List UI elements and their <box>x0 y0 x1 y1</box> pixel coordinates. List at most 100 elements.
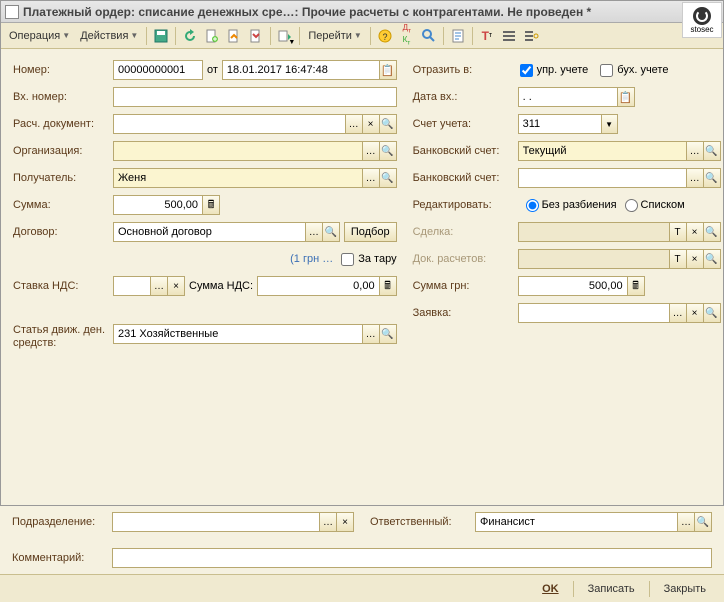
bukh-checkbox[interactable] <box>600 64 613 77</box>
sum-field[interactable] <box>113 195 203 215</box>
from-label: от <box>207 64 218 76</box>
basis-icon[interactable]: ▼ <box>275 26 295 46</box>
document-new-icon[interactable] <box>202 26 222 46</box>
responsible-label: Ответственный: <box>370 516 475 528</box>
open-button[interactable]: 🔍 <box>379 141 397 161</box>
open-button[interactable]: 🔍 <box>322 222 340 242</box>
document-unpost-icon[interactable] <box>246 26 266 46</box>
open-button[interactable]: 🔍 <box>694 512 712 532</box>
za-taru-checkbox[interactable] <box>341 253 354 266</box>
report-icon[interactable] <box>448 26 468 46</box>
save-icon[interactable] <box>151 26 171 46</box>
calc-doc-field[interactable] <box>113 114 346 134</box>
clear-button[interactable]: × <box>686 303 704 323</box>
date-field[interactable] <box>222 60 380 80</box>
clear-button[interactable]: × <box>686 249 704 269</box>
comment-field[interactable] <box>112 548 712 568</box>
calendar-icon[interactable]: 📋 <box>379 60 397 80</box>
choose-button[interactable]: … <box>362 168 380 188</box>
close-button[interactable]: Закрыть <box>654 580 716 598</box>
in-number-label: Вх. номер: <box>13 91 113 103</box>
text-button[interactable]: T <box>669 249 687 269</box>
bank-account2-field[interactable] <box>518 168 687 188</box>
date-in-field[interactable] <box>518 87 618 107</box>
search-icon[interactable] <box>419 26 439 46</box>
calendar-icon[interactable]: 📋 <box>617 87 635 107</box>
operation-menu[interactable]: Операция▼ <box>5 28 74 44</box>
account-select[interactable]: 311 ▼ <box>518 114 618 134</box>
open-button[interactable]: 🔍 <box>703 141 721 161</box>
choose-button[interactable]: … <box>669 303 687 323</box>
clear-button[interactable]: × <box>336 512 354 532</box>
bukh-label: бух. учете <box>617 64 668 76</box>
document-post-icon[interactable] <box>224 26 244 46</box>
as-list-label: Списком <box>641 199 685 211</box>
vat-rate-field[interactable] <box>113 276 151 296</box>
as-list-radio[interactable] <box>625 199 638 212</box>
podbor-button[interactable]: Подбор <box>344 222 397 242</box>
text-button[interactable]: T <box>669 222 687 242</box>
choose-button[interactable]: … <box>305 222 323 242</box>
request-label: Заявка: <box>413 307 518 319</box>
choose-button[interactable]: … <box>686 168 704 188</box>
choose-button[interactable]: … <box>677 512 695 532</box>
refresh-icon[interactable] <box>180 26 200 46</box>
calculator-icon[interactable]: 🖩 <box>627 276 645 296</box>
toolbar: Операция▼ Действия▼ ▼ Перейти▼ ? ДтКт Тт <box>1 23 723 49</box>
open-button[interactable]: 🔍 <box>703 303 721 323</box>
za-taru-label: За тару <box>358 253 396 265</box>
upr-label: упр. учете <box>537 64 589 76</box>
org-field[interactable] <box>113 141 363 161</box>
contract-field[interactable] <box>113 222 306 242</box>
article-field[interactable] <box>113 324 363 344</box>
window-icon <box>5 5 19 19</box>
recipient-field[interactable] <box>113 168 363 188</box>
upr-checkbox[interactable] <box>520 64 533 77</box>
number-field[interactable] <box>113 60 203 80</box>
bank-account-field[interactable] <box>518 141 687 161</box>
text-color-icon[interactable]: Тт <box>477 26 497 46</box>
vat-rate-label: Ставка НДС: <box>13 280 113 292</box>
subdivision-field[interactable] <box>112 512 320 532</box>
actions-menu[interactable]: Действия▼ <box>76 28 142 44</box>
vat-sum-field[interactable] <box>257 276 380 296</box>
settings-list-icon[interactable] <box>521 26 541 46</box>
window-title: Платежный ордер: списание денежных сре…:… <box>23 5 719 19</box>
org-label: Организация: <box>13 145 113 157</box>
choose-button[interactable]: … <box>150 276 168 296</box>
bottom-area: Подразделение: … × Ответственный: … 🔍 Ко… <box>0 505 724 602</box>
open-button[interactable]: 🔍 <box>703 249 721 269</box>
dropdown-icon[interactable]: ▼ <box>601 115 617 133</box>
request-field[interactable] <box>518 303 670 323</box>
titlebar: Платежный ордер: списание денежных сре…:… <box>1 1 723 23</box>
doc-settle-field <box>518 249 670 269</box>
right-column: Отразить в: упр. учете бух. учете Дата в… <box>413 59 721 350</box>
in-number-field[interactable] <box>113 87 397 107</box>
open-button[interactable]: 🔍 <box>379 324 397 344</box>
no-split-radio[interactable] <box>526 199 539 212</box>
choose-button[interactable]: … <box>362 141 380 161</box>
open-button[interactable]: 🔍 <box>703 222 721 242</box>
list-icon[interactable] <box>499 26 519 46</box>
clear-button[interactable]: × <box>686 222 704 242</box>
help-icon[interactable]: ? <box>375 26 395 46</box>
choose-button[interactable]: … <box>362 324 380 344</box>
open-button[interactable]: 🔍 <box>379 168 397 188</box>
responsible-field[interactable] <box>475 512 678 532</box>
ok-button[interactable]: OK <box>532 580 569 598</box>
rate-hint: (1 грн … <box>113 253 333 265</box>
write-button[interactable]: Записать <box>578 580 645 598</box>
calculator-icon[interactable]: 🖩 <box>379 276 397 296</box>
dtkt-icon[interactable]: ДтКт <box>397 26 417 46</box>
choose-button[interactable]: … <box>686 141 704 161</box>
choose-button[interactable]: … <box>345 114 363 134</box>
open-button[interactable]: 🔍 <box>703 168 721 188</box>
clear-button[interactable]: × <box>167 276 185 296</box>
goto-menu[interactable]: Перейти▼ <box>304 28 366 44</box>
open-button[interactable]: 🔍 <box>379 114 397 134</box>
sum-grn-field[interactable] <box>518 276 628 296</box>
clear-button[interactable]: × <box>362 114 380 134</box>
calculator-icon[interactable]: 🖩 <box>202 195 220 215</box>
sum-label: Сумма: <box>13 199 113 211</box>
choose-button[interactable]: … <box>319 512 337 532</box>
